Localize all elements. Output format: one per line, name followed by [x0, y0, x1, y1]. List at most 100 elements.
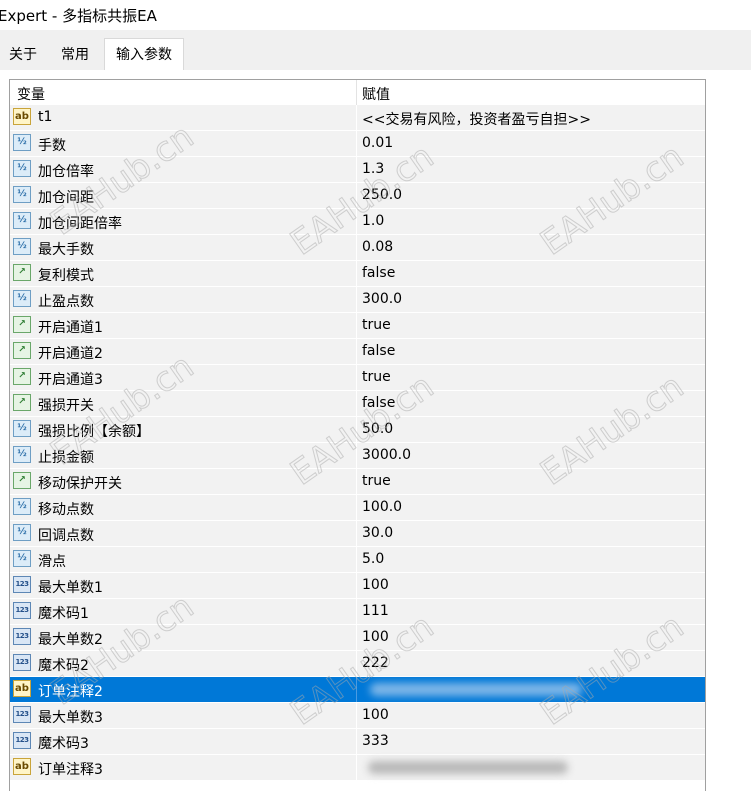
- parameter-name: t1: [38, 109, 53, 125]
- parameter-value[interactable]: false: [362, 395, 395, 411]
- bool-icon: ↗: [13, 264, 31, 281]
- parameter-row[interactable]: ↗ 开启通道2 false: [10, 339, 705, 365]
- parameter-value[interactable]: 1.0: [362, 213, 384, 229]
- bool-icon: ↗: [13, 316, 31, 333]
- parameter-name: 最大手数: [38, 242, 94, 258]
- cell-divider: [356, 651, 357, 676]
- double-icon: ½: [13, 524, 31, 541]
- cell-divider: [356, 417, 357, 442]
- parameter-name: 手数: [38, 138, 66, 154]
- parameter-row[interactable]: ½ 加仓倍率 1.3: [10, 157, 705, 183]
- parameter-value[interactable]: 5.0: [362, 551, 384, 567]
- parameter-row[interactable]: ↗ 开启通道3 true: [10, 365, 705, 391]
- parameter-row[interactable]: ab 订单注释2: [10, 677, 705, 703]
- parameter-row[interactable]: 123 魔术码2 222: [10, 651, 705, 677]
- parameter-row[interactable]: ½ 加仓间距倍率 1.0: [10, 209, 705, 235]
- parameter-row[interactable]: 123 魔术码3 333: [10, 729, 705, 755]
- double-icon: ½: [13, 498, 31, 515]
- parameter-row[interactable]: ½ 移动点数 100.0: [10, 495, 705, 521]
- parameter-row[interactable]: ½ 止盈点数 300.0: [10, 287, 705, 313]
- parameter-name: 复利模式: [38, 268, 94, 284]
- parameter-row[interactable]: ½ 止损金额 3000.0: [10, 443, 705, 469]
- cell-divider: [356, 131, 357, 156]
- parameter-value[interactable]: 222: [362, 655, 389, 671]
- parameter-value[interactable]: 3000.0: [362, 447, 411, 463]
- parameter-row[interactable]: ↗ 复利模式 false: [10, 261, 705, 287]
- parameter-row[interactable]: ½ 滑点 5.0: [10, 547, 705, 573]
- cell-divider: [356, 469, 357, 494]
- parameter-name: 滑点: [38, 554, 66, 570]
- integer-icon: 123: [13, 654, 31, 671]
- parameter-row[interactable]: ½ 强损比例【余额】 50.0: [10, 417, 705, 443]
- cell-divider: [356, 573, 357, 598]
- parameter-row[interactable]: ab 订单注释3: [10, 755, 705, 781]
- parameter-value[interactable]: 100.0: [362, 499, 402, 515]
- parameter-row[interactable]: ½ 手数 0.01: [10, 131, 705, 157]
- cell-divider: [356, 521, 357, 546]
- column-header-value[interactable]: 赋值: [362, 84, 390, 104]
- parameter-value[interactable]: 0.01: [362, 135, 393, 151]
- parameter-value[interactable]: 100: [362, 629, 389, 645]
- integer-icon: 123: [13, 576, 31, 593]
- parameter-row[interactable]: ½ 最大手数 0.08: [10, 235, 705, 261]
- cell-divider: [356, 105, 357, 130]
- parameter-name: 订单注释2: [38, 684, 103, 700]
- parameter-value[interactable]: 1.3: [362, 161, 384, 177]
- parameter-name: 移动点数: [38, 502, 94, 518]
- parameter-name: 魔术码2: [38, 658, 89, 674]
- cell-divider: [356, 443, 357, 468]
- cell-divider: [356, 235, 357, 260]
- string-icon: ab: [13, 758, 31, 775]
- parameter-value[interactable]: 100: [362, 577, 389, 593]
- parameter-value[interactable]: 300.0: [362, 291, 402, 307]
- parameter-value[interactable]: true: [362, 369, 391, 385]
- integer-icon: 123: [13, 706, 31, 723]
- cell-divider: [356, 339, 357, 364]
- tab-about[interactable]: 关于: [0, 42, 46, 69]
- parameter-value[interactable]: 100: [362, 707, 389, 723]
- parameter-value[interactable]: 0.08: [362, 239, 393, 255]
- string-icon: ab: [13, 680, 31, 697]
- parameter-value[interactable]: 30.0: [362, 525, 393, 541]
- parameter-name: 订单注释3: [38, 762, 103, 778]
- parameter-row[interactable]: 123 最大单数3 100: [10, 703, 705, 729]
- bool-icon: ↗: [13, 342, 31, 359]
- parameter-value[interactable]: true: [362, 317, 391, 333]
- cell-divider: [356, 287, 357, 312]
- parameter-row[interactable]: ½ 回调点数 30.0: [10, 521, 705, 547]
- parameter-row[interactable]: ↗ 移动保护开关 true: [10, 469, 705, 495]
- column-header-variable[interactable]: 变量: [17, 84, 45, 104]
- parameter-row[interactable]: 123 最大单数2 100: [10, 625, 705, 651]
- parameter-value[interactable]: false: [362, 265, 395, 281]
- parameter-name: 回调点数: [38, 528, 94, 544]
- bool-icon: ↗: [13, 472, 31, 489]
- double-icon: ½: [13, 550, 31, 567]
- cell-divider: [356, 183, 357, 208]
- parameter-row[interactable]: 123 最大单数1 100: [10, 573, 705, 599]
- parameter-row[interactable]: 123 魔术码1 111: [10, 599, 705, 625]
- parameter-value[interactable]: true: [362, 473, 391, 489]
- parameter-row[interactable]: ½ 加仓间距 250.0: [10, 183, 705, 209]
- redacted-value: [368, 761, 568, 774]
- parameter-name: 加仓倍率: [38, 164, 94, 180]
- tab-inputs[interactable]: 输入参数: [104, 38, 184, 71]
- tab-common[interactable]: 常用: [50, 42, 100, 69]
- column-divider[interactable]: [356, 80, 357, 105]
- parameter-row[interactable]: ↗ 开启通道1 true: [10, 313, 705, 339]
- parameter-row[interactable]: ↗ 强损开关 false: [10, 391, 705, 417]
- parameter-value[interactable]: false: [362, 343, 395, 359]
- parameter-value[interactable]: 250.0: [362, 187, 402, 203]
- parameter-value[interactable]: 50.0: [362, 421, 393, 437]
- parameter-value[interactable]: <<交易有风险，投资者盈亏自担>>: [362, 109, 591, 129]
- double-icon: ½: [13, 212, 31, 229]
- cell-divider: [356, 157, 357, 182]
- cell-divider: [356, 677, 357, 702]
- parameter-name: 开启通道1: [38, 320, 103, 336]
- parameter-name: 开启通道2: [38, 346, 103, 362]
- parameter-value[interactable]: 333: [362, 733, 389, 749]
- tab-strip: 关于 常用 输入参数: [0, 30, 751, 71]
- parameter-value[interactable]: 111: [362, 603, 389, 619]
- parameter-row[interactable]: ab t1 <<交易有风险，投资者盈亏自担>>: [10, 105, 705, 131]
- parameter-name: 最大单数1: [38, 580, 103, 596]
- double-icon: ½: [13, 446, 31, 463]
